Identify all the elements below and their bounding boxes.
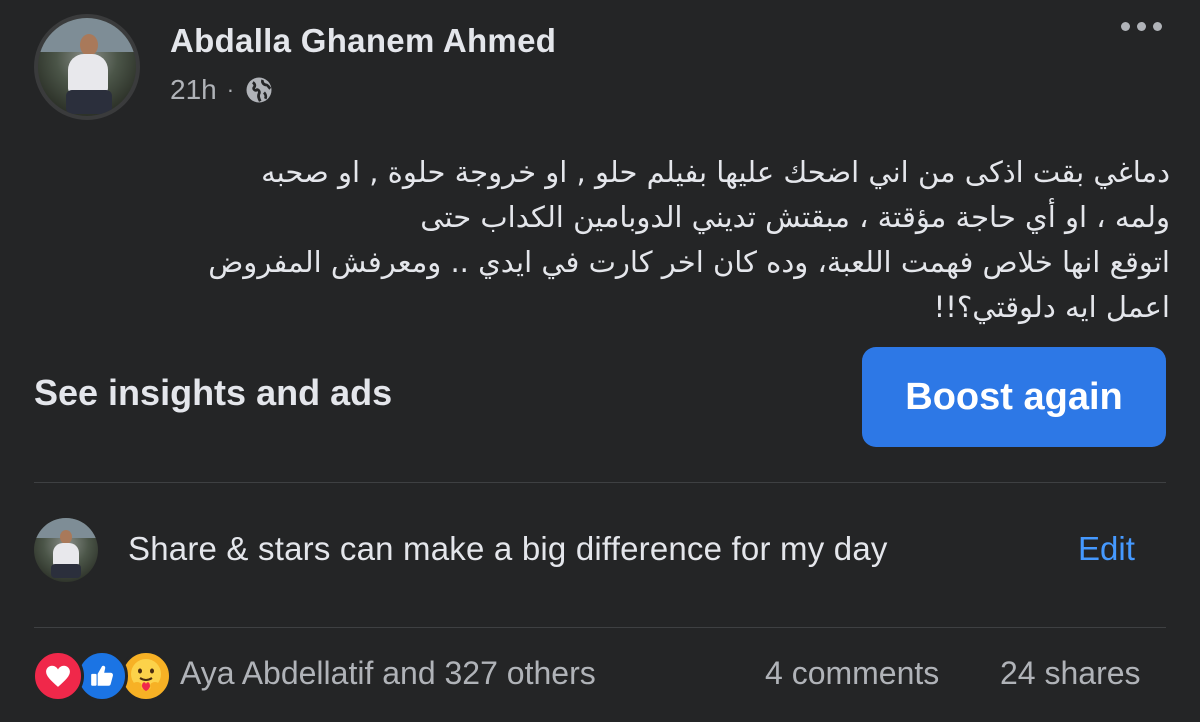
meta-separator: · (226, 77, 235, 102)
author-avatar[interactable] (34, 14, 140, 120)
hug-face-icon (131, 659, 161, 691)
edit-caption-button[interactable]: Edit (1078, 530, 1135, 568)
post-text: دماغي بقت اذكى من اني اضحك عليها بفيلم ح… (208, 155, 1170, 324)
heart-icon (46, 665, 70, 687)
more-dot (1137, 22, 1146, 31)
globe-icon[interactable] (244, 75, 274, 105)
thumbs-up-icon (91, 665, 113, 686)
reaction-icons[interactable] (32, 650, 172, 702)
see-insights-link[interactable]: See insights and ads (34, 372, 392, 414)
post-time[interactable]: 21h (170, 74, 217, 106)
avatar-figure-head (60, 530, 72, 544)
more-dot (1121, 22, 1130, 31)
divider (34, 482, 1166, 483)
love-reaction-icon (32, 650, 84, 702)
reactions-summary[interactable]: Aya Abdellatif and 327 others (180, 655, 596, 692)
avatar-figure-legs (51, 564, 81, 578)
author-name[interactable]: Abdalla Ghanem Ahmed (170, 22, 556, 60)
avatar-figure-legs (66, 90, 112, 114)
caption-avatar (34, 518, 98, 582)
post-meta: 21h · (170, 74, 274, 106)
shares-count[interactable]: 24 shares (1000, 655, 1141, 692)
boost-caption: Share & stars can make a big difference … (128, 530, 888, 567)
boost-again-button[interactable]: Boost again (862, 347, 1166, 447)
more-dot (1153, 22, 1162, 31)
more-options-button[interactable] (1121, 22, 1162, 31)
avatar-figure-head (80, 34, 98, 56)
avatar-figure-body (68, 54, 108, 94)
divider (34, 627, 1166, 628)
comments-count[interactable]: 4 comments (765, 655, 939, 692)
